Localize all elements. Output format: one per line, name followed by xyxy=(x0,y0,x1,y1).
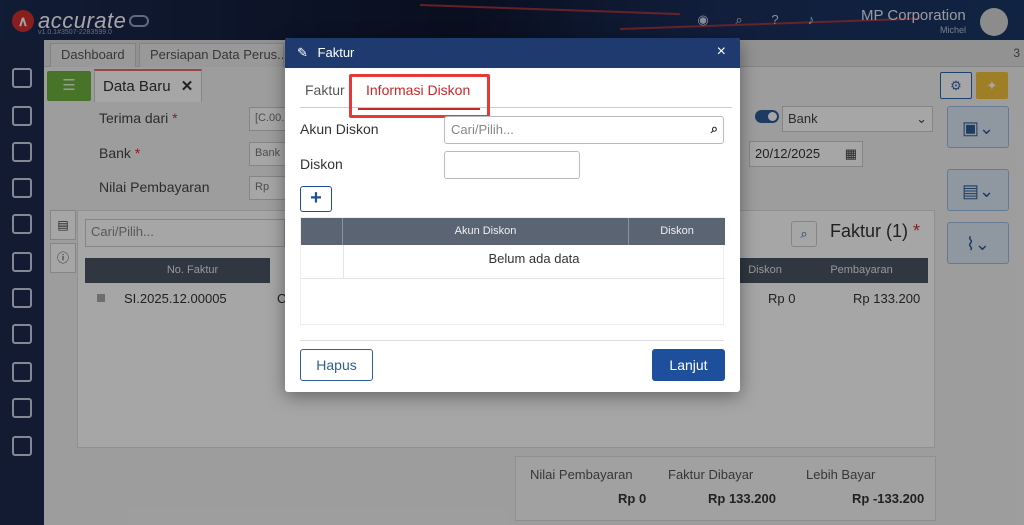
akun-diskon-input[interactable]: Cari/Pilih... ⌕ xyxy=(444,116,724,144)
highlight-box xyxy=(349,74,490,118)
grid-header-diskon: Diskon xyxy=(629,218,725,245)
close-icon[interactable]: × xyxy=(717,43,726,61)
modal-header: ✎ Faktur × xyxy=(285,38,740,68)
hapus-button[interactable]: Hapus xyxy=(300,349,373,381)
modal-title: Faktur xyxy=(317,45,355,60)
grid-header-blank xyxy=(301,218,343,245)
add-row-button[interactable]: + xyxy=(300,186,332,212)
diskon-label: Diskon xyxy=(300,156,343,172)
pencil-icon: ✎ xyxy=(297,45,308,60)
akun-diskon-label: Akun Diskon xyxy=(300,121,379,137)
empty-message: Belum ada data xyxy=(488,251,580,266)
diskon-grid: Akun Diskon Diskon Belum ada data xyxy=(300,217,725,325)
lanjut-button[interactable]: Lanjut xyxy=(652,349,725,381)
search-icon[interactable]: ⌕ xyxy=(711,121,718,137)
faktur-modal: ✎ Faktur × Faktur Informasi Diskon Akun … xyxy=(285,38,740,392)
footer-divider xyxy=(300,340,724,341)
diskon-input[interactable] xyxy=(444,151,580,179)
tab-faktur[interactable]: Faktur xyxy=(305,82,345,98)
grid-header-akun-diskon: Akun Diskon xyxy=(343,218,629,245)
